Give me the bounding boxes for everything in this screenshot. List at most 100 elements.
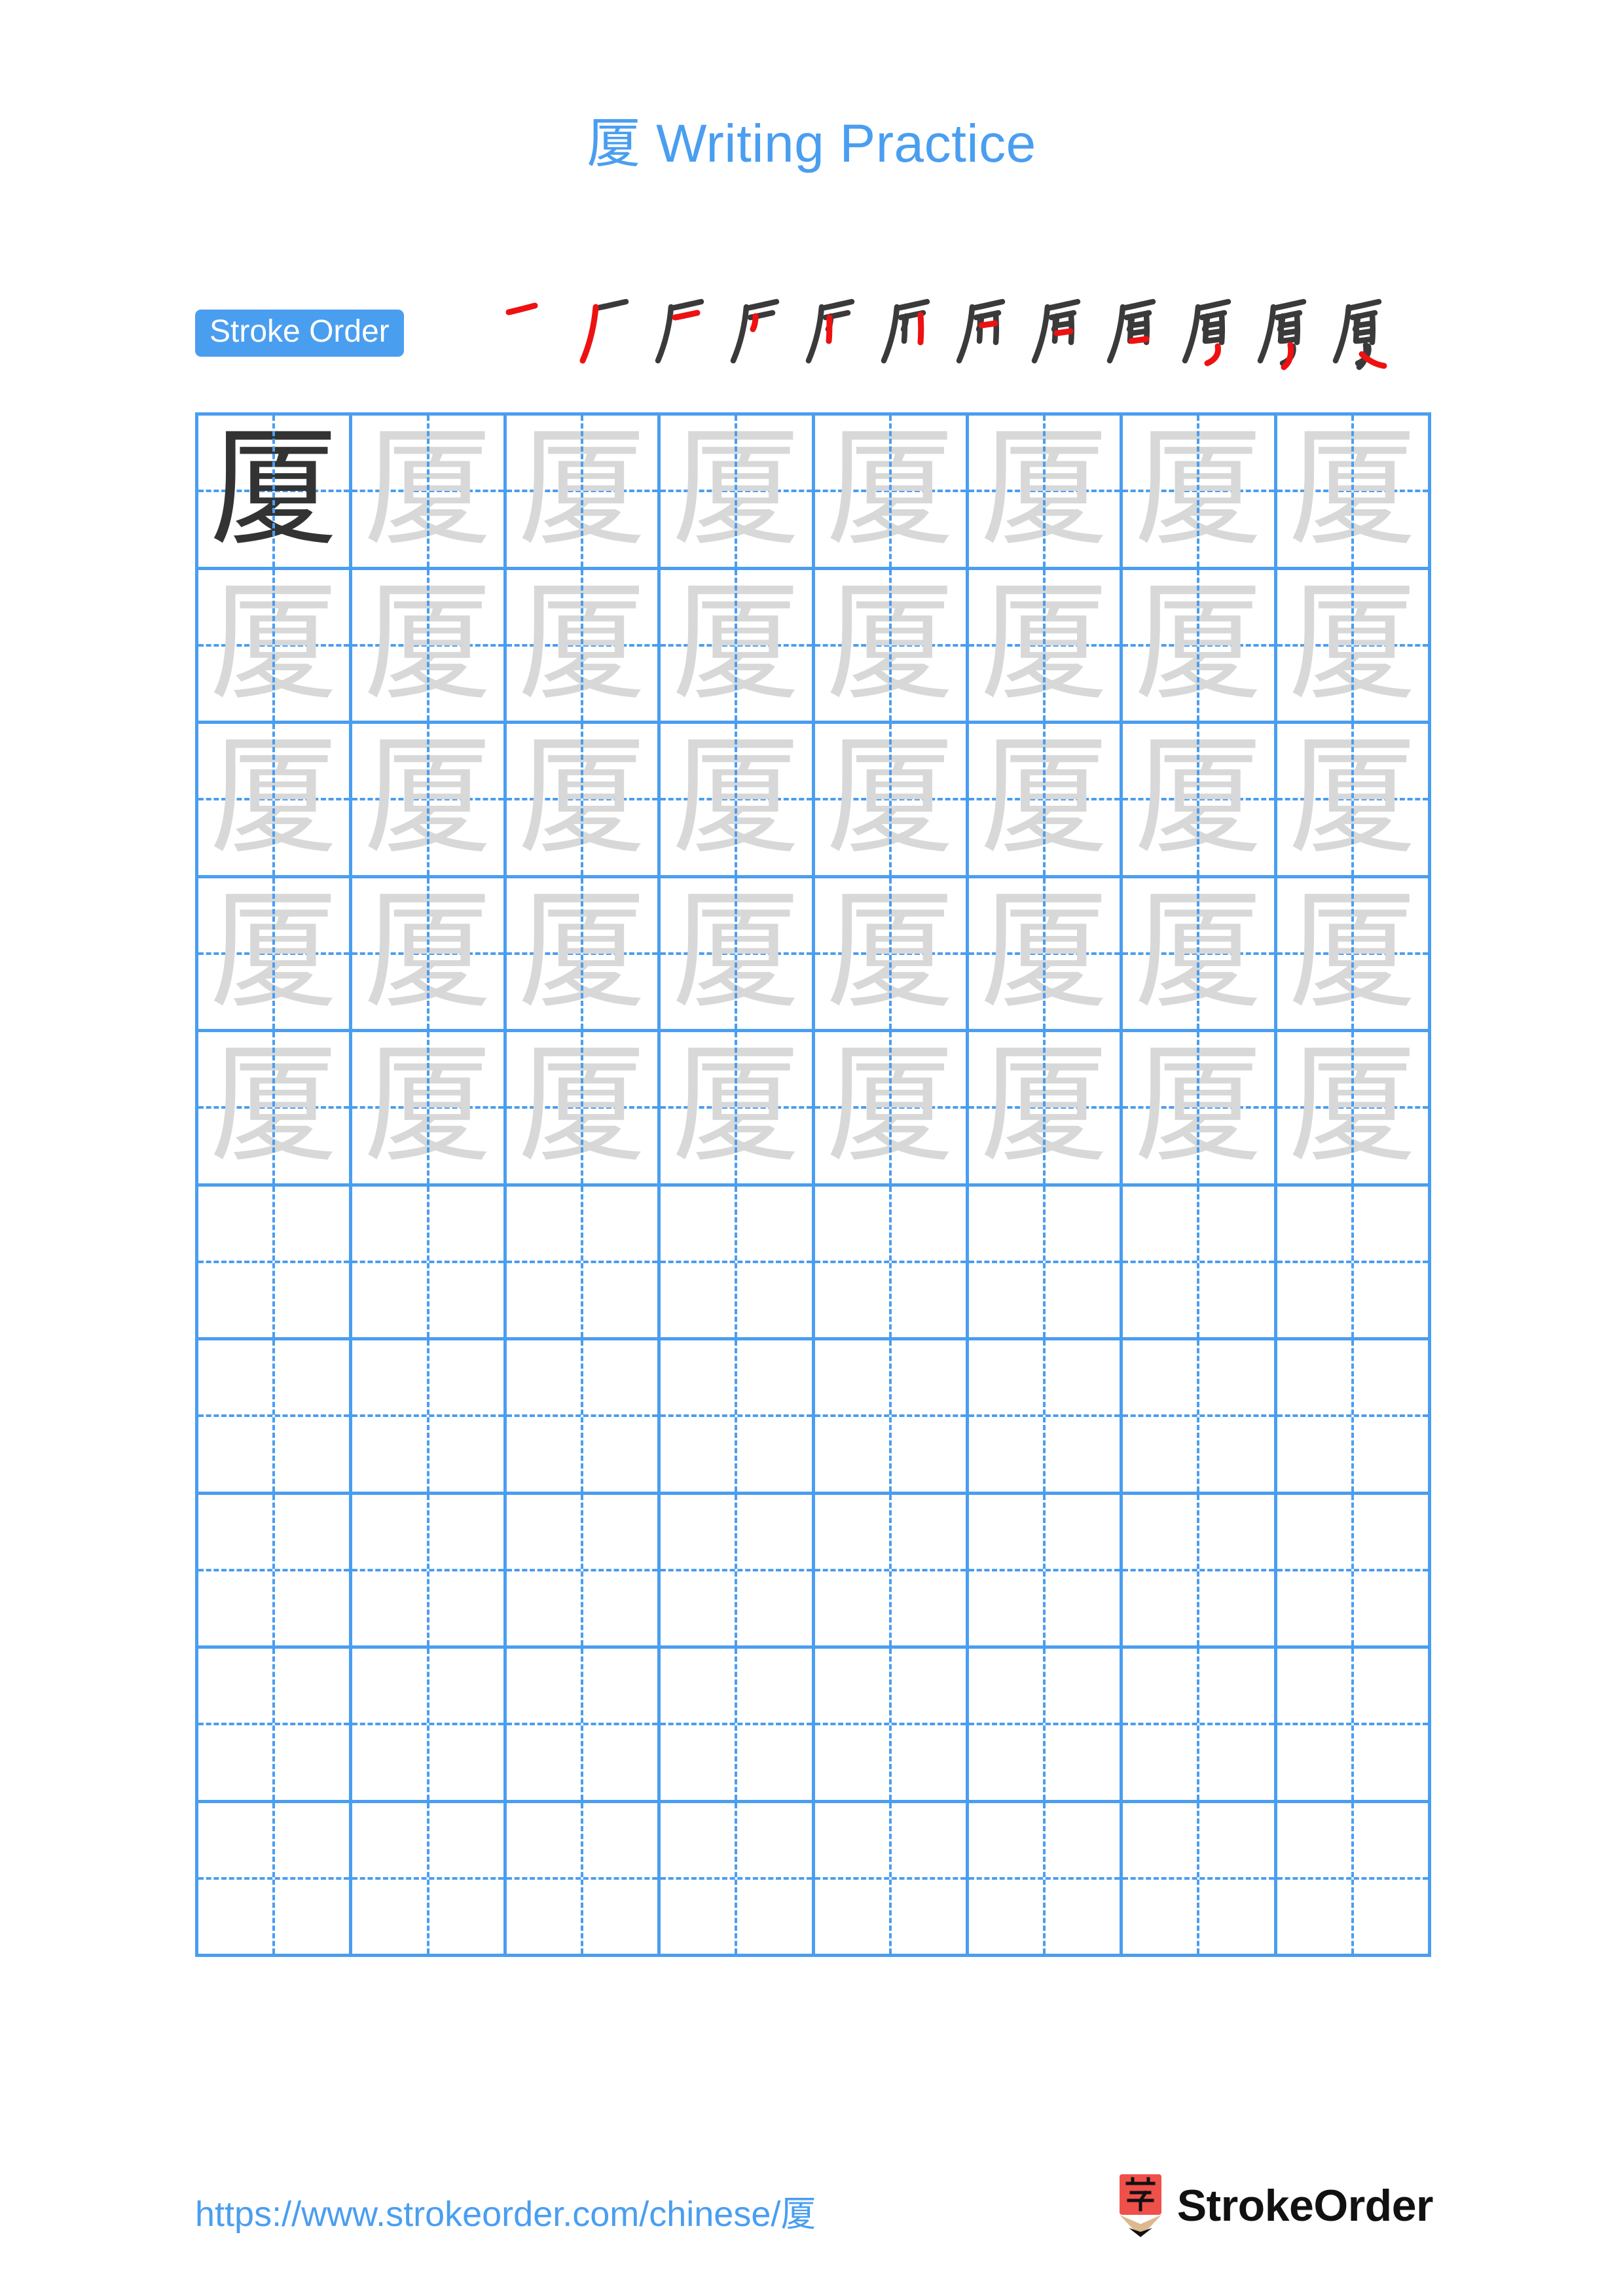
grid-cell[interactable] [198,1494,353,1649]
stroke-step-4 [719,289,794,374]
grid-cell[interactable] [352,1186,507,1340]
grid-cell[interactable] [1123,1649,1277,1803]
stroke-step-9 [1095,289,1171,374]
grid-cell[interactable] [352,1340,507,1495]
trace-character: 厦 [1134,724,1263,872]
grid-cell[interactable] [661,1803,815,1957]
grid-cell[interactable]: 厦 [1277,724,1431,878]
grid-cell[interactable] [1277,1649,1431,1803]
grid-cell[interactable] [1277,1186,1431,1340]
grid-cell[interactable] [814,1340,969,1495]
grid-cell[interactable]: 厦 [661,1032,815,1187]
grid-cell[interactable] [198,1186,353,1340]
grid-cell[interactable] [968,1340,1123,1495]
grid-cell[interactable]: 厦 [1123,569,1277,724]
trace-character: 厦 [517,1032,646,1181]
trace-character: 厦 [363,416,492,564]
grid-cell[interactable] [198,1340,353,1495]
grid-cell[interactable] [1277,1494,1431,1649]
grid-cell[interactable]: 厦 [198,724,353,878]
footer: https://www.strokeorder.com/chinese/厦 St… [0,2174,1623,2265]
grid-cell[interactable] [1123,1186,1277,1340]
grid-cell[interactable] [814,1803,969,1957]
grid-cell[interactable]: 厦 [1123,724,1277,878]
grid-cell[interactable]: 厦 [352,724,507,878]
trace-character: 厦 [363,724,492,872]
grid-cell[interactable]: 厦 [352,878,507,1032]
trace-character: 厦 [517,724,646,872]
grid-cell[interactable] [1123,1340,1277,1495]
grid-cell[interactable] [814,1494,969,1649]
grid-cell[interactable]: 厦 [198,416,353,570]
grid-cell[interactable]: 厦 [1277,878,1431,1032]
grid-cell[interactable] [506,1649,661,1803]
grid-cell[interactable]: 厦 [198,1032,353,1187]
brand-logo[interactable]: StrokeOrder [1118,2174,1434,2237]
grid-cell[interactable]: 厦 [506,1032,661,1187]
grid-cell[interactable]: 厦 [661,569,815,724]
example-character: 厦 [210,416,338,564]
grid-cell[interactable] [352,1494,507,1649]
grid-cell[interactable]: 厦 [814,878,969,1032]
stroke-step-1 [493,289,568,374]
grid-cell[interactable]: 厦 [352,1032,507,1187]
grid-cell[interactable]: 厦 [198,569,353,724]
grid-cell[interactable] [968,1803,1123,1957]
grid-cell[interactable]: 厦 [506,878,661,1032]
grid-cell[interactable]: 厦 [814,569,969,724]
grid-cell[interactable] [968,1649,1123,1803]
grid-cell[interactable] [968,1186,1123,1340]
grid-cell[interactable]: 厦 [814,1032,969,1187]
grid-cell[interactable]: 厦 [506,724,661,878]
grid-cell[interactable] [506,1340,661,1495]
grid-cell[interactable] [352,1803,507,1957]
grid-cell[interactable]: 厦 [1123,1032,1277,1187]
grid-cell[interactable]: 厦 [1277,416,1431,570]
grid-cell[interactable]: 厦 [968,878,1123,1032]
grid-cell[interactable]: 厦 [506,569,661,724]
grid-cell[interactable] [968,1494,1123,1649]
grid-cell[interactable] [506,1803,661,1957]
grid-cell[interactable] [1123,1494,1277,1649]
grid-cell[interactable] [1123,1803,1277,1957]
grid-cell[interactable]: 厦 [968,1032,1123,1187]
grid-cell[interactable] [198,1803,353,1957]
grid-cell[interactable]: 厦 [661,878,815,1032]
grid-cell[interactable] [198,1649,353,1803]
page-title-character: 厦 [587,113,641,175]
grid-row: 厦厦厦厦厦厦厦厦 [198,416,1431,570]
grid-cell[interactable]: 厦 [814,724,969,878]
grid-cell[interactable]: 厦 [661,416,815,570]
grid-cell[interactable] [814,1649,969,1803]
trace-character: 厦 [672,416,801,564]
grid-cell[interactable]: 厦 [968,724,1123,878]
grid-cell[interactable] [1277,1340,1431,1495]
grid-cell[interactable]: 厦 [198,878,353,1032]
grid-cell[interactable]: 厦 [968,416,1123,570]
grid-cell[interactable] [352,1649,507,1803]
footer-url-link[interactable]: https://www.strokeorder.com/chinese/厦 [195,2185,816,2236]
grid-cell[interactable] [506,1494,661,1649]
grid-cell[interactable] [661,1186,815,1340]
stroke-step-7 [945,289,1020,374]
trace-character: 厦 [980,1032,1109,1181]
trace-character: 厦 [1288,1032,1417,1181]
grid-cell[interactable] [661,1340,815,1495]
grid-cell[interactable]: 厦 [1277,1032,1431,1187]
grid-cell[interactable]: 厦 [1277,569,1431,724]
grid-cell[interactable]: 厦 [814,416,969,570]
grid-cell[interactable]: 厦 [661,724,815,878]
grid-cell[interactable] [1277,1803,1431,1957]
grid-cell[interactable] [814,1186,969,1340]
grid-cell[interactable]: 厦 [1123,878,1277,1032]
grid-cell[interactable] [506,1186,661,1340]
grid-cell[interactable]: 厦 [968,569,1123,724]
grid-cell[interactable] [661,1494,815,1649]
grid-cell[interactable]: 厦 [352,416,507,570]
grid-cell[interactable]: 厦 [506,416,661,570]
trace-character: 厦 [980,416,1109,564]
trace-character: 厦 [517,569,646,718]
grid-cell[interactable] [661,1649,815,1803]
grid-cell[interactable]: 厦 [352,569,507,724]
grid-cell[interactable]: 厦 [1123,416,1277,570]
